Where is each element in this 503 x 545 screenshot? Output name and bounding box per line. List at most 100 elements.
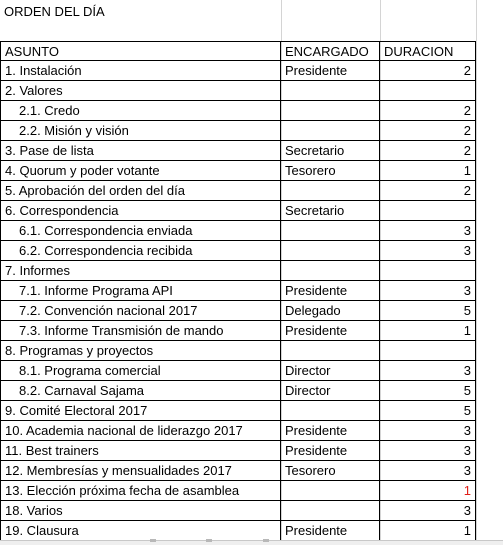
cell-empty[interactable] (476, 481, 503, 501)
cell-duracion[interactable]: 3 (380, 501, 476, 521)
cell-asunto[interactable]: 12. Membresías y mensualidades 2017 (0, 461, 281, 481)
cell-empty[interactable] (476, 241, 503, 261)
cell-duracion[interactable] (380, 201, 476, 221)
cell-duracion[interactable]: 2 (380, 61, 476, 81)
cell-encargado[interactable] (281, 101, 380, 121)
cell-empty[interactable] (476, 221, 503, 241)
header-encargado[interactable]: ENCARGADO (281, 41, 380, 61)
cell-encargado[interactable] (281, 81, 380, 101)
cell-duracion[interactable] (380, 341, 476, 361)
cell-encargado[interactable]: Delegado (281, 301, 380, 321)
cell-encargado[interactable]: Tesorero (281, 461, 380, 481)
cell-asunto[interactable]: 8. Programas y proyectos (0, 341, 281, 361)
cell-empty[interactable] (476, 461, 503, 481)
cell-duracion[interactable]: 3 (380, 421, 476, 441)
cell-duracion[interactable]: 5 (380, 381, 476, 401)
cell-empty[interactable] (476, 141, 503, 161)
cell-asunto[interactable]: 2.2. Misión y visión (0, 121, 281, 141)
cell-duracion[interactable]: 1 (380, 161, 476, 181)
cell-duracion[interactable]: 5 (380, 401, 476, 421)
cell-asunto[interactable]: 18. Varios (0, 501, 281, 521)
cell-duracion[interactable]: 3 (380, 461, 476, 481)
cell-encargado[interactable]: Presidente (281, 441, 380, 461)
cell-duracion[interactable] (380, 261, 476, 281)
cell-encargado[interactable]: Director (281, 361, 380, 381)
cell-asunto[interactable]: 6.1. Correspondencia enviada (0, 221, 281, 241)
cell-asunto[interactable]: 5. Aprobación del orden del día (0, 181, 281, 201)
cell-encargado[interactable] (281, 401, 380, 421)
cell-empty[interactable] (476, 181, 503, 201)
cell-asunto[interactable]: 3. Pase de lista (0, 141, 281, 161)
cell-empty[interactable] (476, 161, 503, 181)
scroll-handle[interactable] (263, 539, 269, 542)
cell-duracion[interactable]: 3 (380, 221, 476, 241)
cell-empty[interactable] (476, 341, 503, 361)
header-duracion[interactable]: DURACION (380, 41, 476, 61)
cell-encargado[interactable] (281, 501, 380, 521)
cell-empty[interactable] (476, 201, 503, 221)
cell-duracion[interactable]: 2 (380, 141, 476, 161)
cell-empty[interactable] (476, 61, 503, 81)
cell-empty[interactable] (476, 301, 503, 321)
cell-asunto[interactable]: 7. Informes (0, 261, 281, 281)
cell-duracion[interactable]: 3 (380, 281, 476, 301)
cell-asunto[interactable]: 19. Clausura (0, 521, 281, 541)
scroll-handle[interactable] (150, 539, 156, 542)
cell-asunto[interactable]: 7.2. Convención nacional 2017 (0, 301, 281, 321)
cell-encargado[interactable]: Presidente (281, 321, 380, 341)
cell-duracion[interactable]: 3 (380, 361, 476, 381)
cell-duracion[interactable] (380, 81, 476, 101)
cell-encargado[interactable]: Presidente (281, 421, 380, 441)
cell-duracion[interactable]: 3 (380, 241, 476, 261)
cell-duracion[interactable]: 1 (380, 521, 476, 541)
sheet-title[interactable]: ORDEN DEL DÍA (0, 2, 281, 22)
cell-encargado[interactable] (281, 341, 380, 361)
cell-encargado[interactable]: Presidente (281, 521, 380, 541)
cell-duracion[interactable]: 2 (380, 101, 476, 121)
cell-asunto[interactable]: 9. Comité Electoral 2017 (0, 401, 281, 421)
cell-asunto[interactable]: 2.1. Credo (0, 101, 281, 121)
cell-empty[interactable] (476, 521, 503, 541)
cell-empty[interactable] (476, 401, 503, 421)
cell-asunto[interactable]: 2. Valores (0, 81, 281, 101)
cell-encargado[interactable] (281, 181, 380, 201)
cell-encargado[interactable]: Director (281, 381, 380, 401)
cell-asunto[interactable]: 1. Instalación (0, 61, 281, 81)
cell-encargado[interactable] (281, 261, 380, 281)
header-asunto[interactable]: ASUNTO (0, 41, 281, 61)
cell-asunto[interactable]: 6.2. Correspondencia recibida (0, 241, 281, 261)
cell-empty[interactable] (476, 281, 503, 301)
header-empty-cell[interactable] (476, 41, 503, 61)
cell-duracion[interactable]: 1 (380, 481, 476, 501)
cell-empty[interactable] (476, 441, 503, 461)
cell-empty[interactable] (476, 421, 503, 441)
cell-empty[interactable] (476, 81, 503, 101)
cell-empty[interactable] (476, 121, 503, 141)
cell-empty[interactable] (476, 101, 503, 121)
cell-empty[interactable] (476, 381, 503, 401)
cell-empty[interactable] (476, 501, 503, 521)
cell-encargado[interactable]: Secretario (281, 201, 380, 221)
cell-duracion[interactable]: 2 (380, 121, 476, 141)
cell-asunto[interactable]: 8.1. Programa comercial (0, 361, 281, 381)
cell-empty[interactable] (476, 321, 503, 341)
cell-encargado[interactable]: Presidente (281, 61, 380, 81)
cell-encargado[interactable]: Presidente (281, 281, 380, 301)
scroll-handle[interactable] (206, 539, 212, 542)
cell-asunto[interactable]: 8.2. Carnaval Sajama (0, 381, 281, 401)
cell-encargado[interactable] (281, 481, 380, 501)
cell-encargado[interactable] (281, 221, 380, 241)
cell-asunto[interactable]: 7.1. Informe Programa API (0, 281, 281, 301)
cell-encargado[interactable] (281, 241, 380, 261)
cell-asunto[interactable]: 6. Correspondencia (0, 201, 281, 221)
cell-duracion[interactable]: 5 (380, 301, 476, 321)
cell-asunto[interactable]: 7.3. Informe Transmisión de mando (0, 321, 281, 341)
cell-empty[interactable] (476, 261, 503, 281)
cell-encargado[interactable]: Tesorero (281, 161, 380, 181)
cell-asunto[interactable]: 4. Quorum y poder votante (0, 161, 281, 181)
cell-asunto[interactable]: 10. Academia nacional de liderazgo 2017 (0, 421, 281, 441)
cell-duracion[interactable]: 3 (380, 441, 476, 461)
cell-encargado[interactable] (281, 121, 380, 141)
cell-asunto[interactable]: 11. Best trainers (0, 441, 281, 461)
cell-asunto[interactable]: 13. Elección próxima fecha de asamblea (0, 481, 281, 501)
